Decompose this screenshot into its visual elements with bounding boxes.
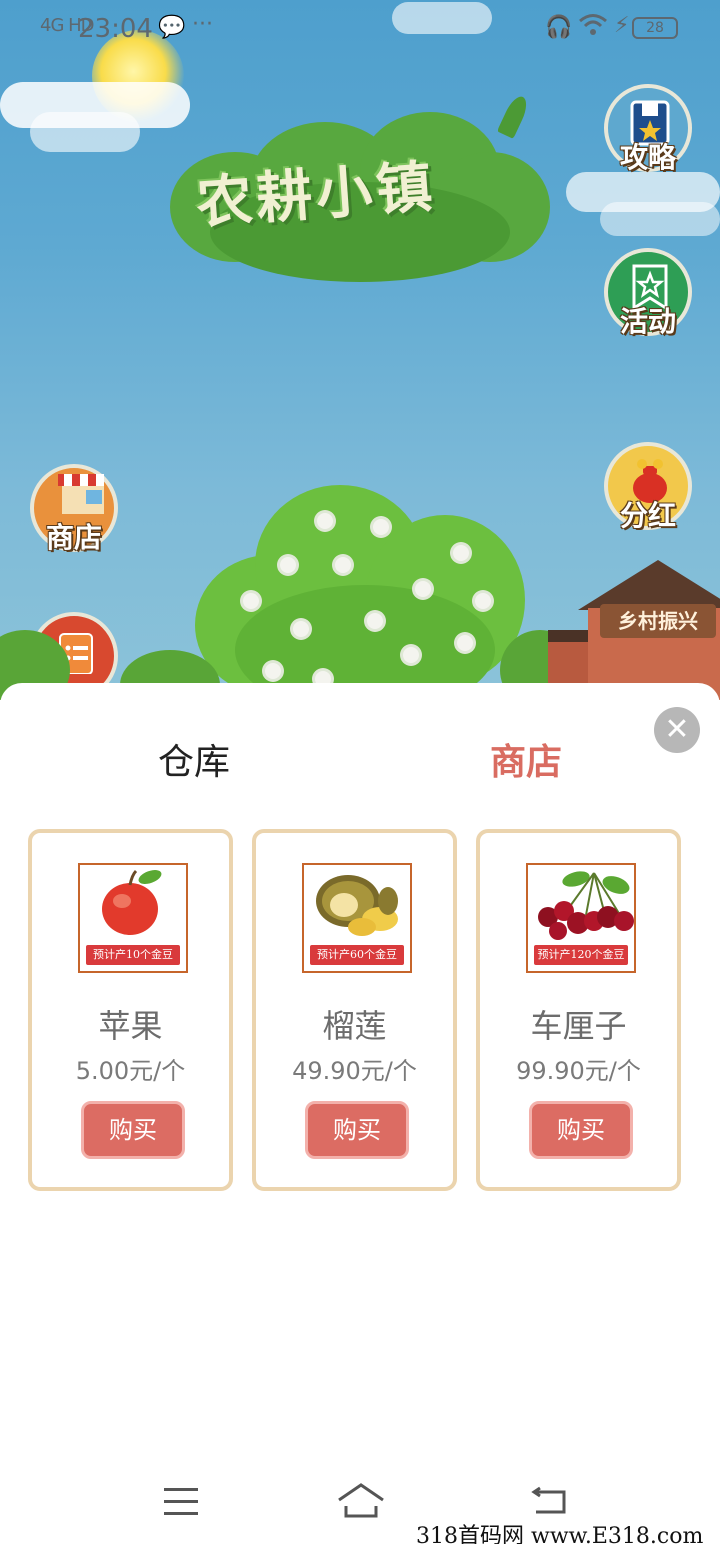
tab-warehouse[interactable]: 仓库 bbox=[158, 733, 230, 785]
buy-button[interactable]: 购买 bbox=[305, 1101, 409, 1159]
activity-button[interactable]: 活动 bbox=[604, 248, 692, 338]
durian-image: 预计产60个金豆 bbox=[302, 863, 412, 973]
shop-button[interactable]: 商店 bbox=[30, 464, 118, 554]
tab-shop[interactable]: 商店 bbox=[490, 733, 562, 785]
cloud bbox=[30, 112, 140, 152]
charging-icon: ⚡ bbox=[614, 13, 630, 38]
guide-button[interactable]: 攻略 bbox=[604, 84, 692, 174]
activity-label: 活动 bbox=[619, 305, 676, 338]
watermark: 318首码网 www.E318.com bbox=[416, 1524, 704, 1544]
battery-icon: 28 bbox=[632, 17, 678, 39]
wechat-icon: 💬 bbox=[158, 15, 186, 40]
cherry-image: 预计产120个金豆 bbox=[526, 863, 636, 973]
status-time: 23:04 bbox=[78, 14, 153, 44]
product-card-apple: 预计产10个金豆 苹果 5.00元/个 购买 bbox=[28, 829, 233, 1191]
cherry-icon bbox=[538, 871, 634, 940]
buy-button[interactable]: 购买 bbox=[529, 1101, 633, 1159]
product-card-cherry: 预计产120个金豆 车厘子 99.90元/个 购买 bbox=[476, 829, 681, 1191]
close-button[interactable]: ✕ bbox=[654, 707, 700, 753]
menu-icon[interactable] bbox=[164, 1488, 198, 1524]
back-icon[interactable] bbox=[530, 1486, 568, 1516]
buy-button[interactable]: 购买 bbox=[81, 1101, 185, 1159]
shop-sheet: 仓库 商店 ✕ 预计产10个金豆 苹果 5.00元/个 购买 预计产60个金豆 … bbox=[0, 683, 720, 1460]
dividend-button[interactable]: 分红 bbox=[604, 442, 692, 532]
headphones-icon: 🎧 bbox=[545, 15, 573, 40]
home-icon[interactable] bbox=[336, 1482, 386, 1518]
guide-label: 攻略 bbox=[619, 141, 676, 174]
more-notifications-icon: ··· bbox=[192, 12, 213, 37]
yield-tag: 预计产10个金豆 bbox=[86, 945, 180, 965]
game-scene: 4G HD 23:04 💬 ··· 🎧 ⚡ 28 农耕小镇 攻略 活动 分红 商… bbox=[0, 0, 720, 700]
house-sign: 乡村振兴 bbox=[600, 604, 716, 638]
dividend-label: 分红 bbox=[619, 499, 676, 532]
fruit-tree[interactable] bbox=[195, 475, 525, 700]
product-name: 车厘子 bbox=[530, 1007, 627, 1045]
shop-stall-icon bbox=[58, 474, 104, 514]
apple-image: 预计产10个金豆 bbox=[78, 863, 188, 973]
game-title: 农耕小镇 bbox=[194, 154, 439, 237]
product-price: 5.00元/个 bbox=[75, 1057, 186, 1085]
village-house[interactable]: 乡村振兴 bbox=[548, 560, 720, 700]
product-price: 49.90元/个 bbox=[292, 1057, 417, 1085]
apple-icon bbox=[102, 869, 162, 935]
product-name: 苹果 bbox=[98, 1007, 163, 1045]
product-card-durian: 预计产60个金豆 榴莲 49.90元/个 购买 bbox=[252, 829, 457, 1191]
product-name: 榴莲 bbox=[322, 1007, 387, 1045]
durian-icon bbox=[316, 875, 398, 936]
status-bar: 4G HD 23:04 💬 ··· 🎧 ⚡ 28 bbox=[0, 0, 720, 56]
product-list: 预计产10个金豆 苹果 5.00元/个 购买 预计产60个金豆 榴莲 49.90… bbox=[28, 829, 692, 1191]
wifi-icon bbox=[578, 12, 608, 44]
shop-label: 商店 bbox=[45, 521, 102, 554]
close-icon: ✕ bbox=[664, 712, 690, 747]
yield-tag: 预计产60个金豆 bbox=[310, 945, 404, 965]
cloud bbox=[600, 202, 720, 236]
product-price: 99.90元/个 bbox=[516, 1057, 641, 1085]
yield-tag: 预计产120个金豆 bbox=[534, 945, 628, 965]
